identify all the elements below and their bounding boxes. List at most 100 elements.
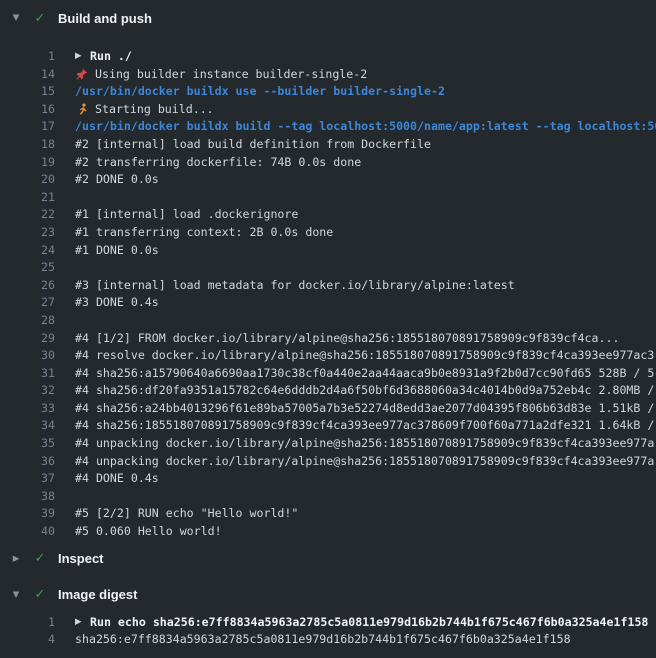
line-number[interactable]: 17 [0, 118, 55, 136]
line-content: #2 [internal] load build definition from… [75, 136, 431, 154]
line-text: /usr/bin/docker buildx build --tag local… [75, 118, 656, 136]
line-number[interactable]: 40 [0, 523, 55, 541]
line-number[interactable]: 15 [0, 83, 55, 101]
line-content: #2 transferring dockerfile: 74B 0.0s don… [75, 154, 361, 172]
pushpin-icon [75, 68, 88, 81]
section-body: 1 ▶Run echo sha256:e7ff8834a5963a2785c5a… [0, 613, 656, 649]
line-text: #4 resolve docker.io/library/alpine@sha2… [75, 347, 654, 365]
log-line: 26 #3 [internal] load metadata for docke… [0, 277, 656, 295]
line-text: Using builder instance builder-single-2 [95, 66, 367, 84]
check-icon: ✓ [32, 11, 48, 26]
line-content: #1 [internal] load .dockerignore [75, 206, 298, 224]
check-icon: ✓ [32, 551, 48, 566]
section-header[interactable]: ▼ ✓ Image digest [0, 577, 656, 613]
line-content: /usr/bin/docker buildx build --tag local… [75, 118, 656, 136]
log-line: 22 #1 [internal] load .dockerignore [0, 206, 656, 224]
line-content: #4 [1/2] FROM docker.io/library/alpine@s… [75, 330, 619, 348]
log-line: 40 #5 0.060 Hello world! [0, 523, 656, 541]
line-number[interactable]: 35 [0, 435, 55, 453]
line-text: #3 DONE 0.4s [75, 294, 159, 312]
log-line: 33 #4 sha256:a24bb4013296f61e89ba57005a7… [0, 400, 656, 418]
line-number[interactable]: 16 [0, 101, 55, 119]
line-content: #4 unpacking docker.io/library/alpine@sh… [75, 453, 654, 471]
line-number[interactable]: 20 [0, 171, 55, 189]
line-content: #4 resolve docker.io/library/alpine@sha2… [75, 347, 654, 365]
line-number[interactable]: 1 [0, 614, 55, 632]
line-content: /usr/bin/docker buildx use --builder bui… [75, 83, 445, 101]
line-text: #4 sha256:a15790640a6690aa1730c38cf0a440… [75, 365, 654, 383]
line-number[interactable]: 1 [0, 48, 55, 66]
line-number[interactable]: 14 [0, 66, 55, 84]
log-line: 1 ▶Run ./ [0, 48, 656, 66]
line-content: #2 DONE 0.0s [75, 171, 159, 189]
log-line: 32 #4 sha256:df20fa9351a15782c64e6dddb2d… [0, 382, 656, 400]
line-text: #2 DONE 0.0s [75, 171, 159, 189]
log-line: 25 [0, 259, 656, 277]
line-number[interactable]: 29 [0, 330, 55, 348]
chevron-icon[interactable]: ▶ [8, 554, 24, 564]
line-text: #5 0.060 Hello world! [75, 523, 222, 541]
line-content: #4 sha256:a24bb4013296f61e89ba57005a7b3e… [75, 400, 654, 418]
line-number[interactable]: 28 [0, 312, 55, 330]
line-content: Using builder instance builder-single-2 [75, 66, 367, 84]
line-text: #4 sha256:185518070891758909c9f839cf4ca3… [75, 417, 654, 435]
log-line: 39 #5 [2/2] RUN echo "Hello world!" [0, 505, 656, 523]
section-header[interactable]: ▶ ✓ Inspect [0, 541, 656, 577]
line-number[interactable]: 31 [0, 365, 55, 383]
line-content: ▶Run ./ [75, 48, 132, 66]
log-section: ▶ ✓ Inspect [0, 541, 656, 577]
log-line: 36 #4 unpacking docker.io/library/alpine… [0, 453, 656, 471]
line-number[interactable]: 25 [0, 259, 55, 277]
line-number[interactable]: 37 [0, 470, 55, 488]
line-content: Starting build... [75, 101, 214, 119]
line-number[interactable]: 30 [0, 347, 55, 365]
section-header[interactable]: ▼ ✓ Build and push [0, 0, 656, 36]
line-text: #4 sha256:a24bb4013296f61e89ba57005a7b3e… [75, 400, 654, 418]
log-line: 15 /usr/bin/docker buildx use --builder … [0, 83, 656, 101]
line-content: #5 0.060 Hello world! [75, 523, 222, 541]
line-text: #4 sha256:df20fa9351a15782c64e6dddb2d4a6… [75, 382, 654, 400]
log-line: 21 [0, 189, 656, 207]
log-line: 20 #2 DONE 0.0s [0, 171, 656, 189]
runner-icon [75, 103, 88, 116]
line-number[interactable]: 39 [0, 505, 55, 523]
expand-toggle-icon[interactable]: ▶ [75, 48, 90, 66]
chevron-icon[interactable]: ▼ [8, 13, 24, 23]
log-line: 16 Starting build... [0, 101, 656, 119]
line-text: #2 [internal] load build definition from… [75, 136, 431, 154]
log-section: ▼ ✓ Image digest 1 ▶Run echo sha256:e7ff… [0, 577, 656, 649]
line-number[interactable]: 22 [0, 206, 55, 224]
line-number[interactable]: 26 [0, 277, 55, 295]
line-content: #5 [2/2] RUN echo "Hello world!" [75, 505, 298, 523]
line-content: #4 DONE 0.4s [75, 470, 159, 488]
log-line: 4 sha256:e7ff8834a5963a2785c5a0811e979d1… [0, 631, 656, 649]
section-title: Build and push [58, 11, 152, 26]
log-line: 37 #4 DONE 0.4s [0, 470, 656, 488]
line-number[interactable]: 4 [0, 631, 55, 649]
line-number[interactable]: 38 [0, 488, 55, 506]
log-line: 28 [0, 312, 656, 330]
line-content: #3 [internal] load metadata for docker.i… [75, 277, 515, 295]
log-line: 17 /usr/bin/docker buildx build --tag lo… [0, 118, 656, 136]
section-title: Image digest [58, 587, 137, 602]
log-line: 34 #4 sha256:185518070891758909c9f839cf4… [0, 417, 656, 435]
line-number[interactable]: 19 [0, 154, 55, 172]
log-section: ▼ ✓ Build and push 1 ▶Run ./ 14 Using bu… [0, 0, 656, 541]
line-number[interactable]: 34 [0, 417, 55, 435]
line-number[interactable]: 36 [0, 453, 55, 471]
chevron-icon[interactable]: ▼ [8, 590, 24, 600]
line-text: #5 [2/2] RUN echo "Hello world!" [75, 505, 298, 523]
line-text: #4 [1/2] FROM docker.io/library/alpine@s… [75, 330, 619, 348]
section-title: Inspect [58, 551, 104, 566]
log-line: 31 #4 sha256:a15790640a6690aa1730c38cf0a… [0, 365, 656, 383]
log-line: 14 Using builder instance builder-single… [0, 66, 656, 84]
line-number[interactable]: 18 [0, 136, 55, 154]
line-number[interactable]: 32 [0, 382, 55, 400]
line-number[interactable]: 27 [0, 294, 55, 312]
line-number[interactable]: 33 [0, 400, 55, 418]
line-number[interactable]: 21 [0, 189, 55, 207]
line-number[interactable]: 24 [0, 242, 55, 260]
line-text: Run echo sha256:e7ff8834a5963a2785c5a081… [90, 614, 648, 632]
line-number[interactable]: 23 [0, 224, 55, 242]
expand-toggle-icon[interactable]: ▶ [75, 614, 90, 632]
